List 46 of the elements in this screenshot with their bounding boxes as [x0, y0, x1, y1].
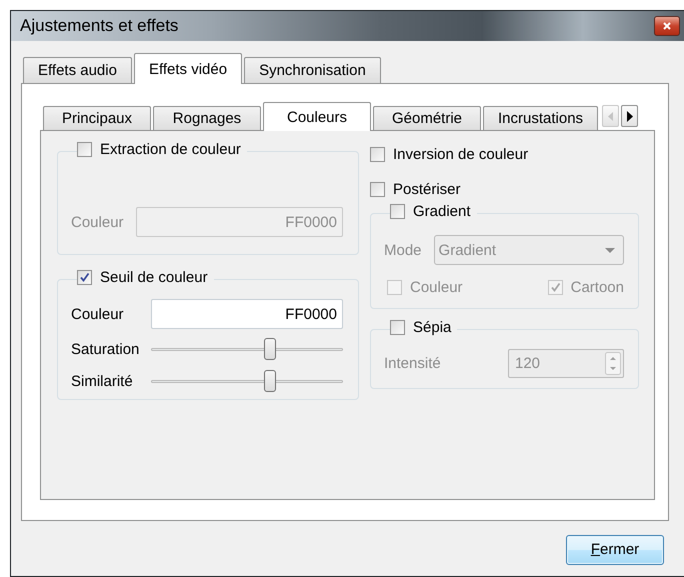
- window-title: Ajustements et effets: [20, 16, 178, 36]
- field-label: Intensité: [384, 355, 441, 372]
- checkbox-label: Postériser: [393, 181, 461, 198]
- tab[interactable]: Synchronisation: [244, 57, 381, 83]
- scroll-right-button[interactable]: [621, 105, 638, 127]
- checkbox[interactable]: [370, 147, 385, 162]
- tab[interactable]: Effets vidéo: [134, 53, 242, 84]
- close-button[interactable]: [654, 16, 680, 36]
- checkbox[interactable]: [387, 280, 402, 295]
- tab[interactable]: Géométrie: [373, 106, 481, 130]
- field-label: Saturation: [71, 340, 140, 358]
- left-triangle-icon: [608, 112, 614, 120]
- field-label: Similarité: [71, 372, 134, 390]
- tab[interactable]: Principaux: [43, 106, 151, 130]
- caret-icon: [605, 248, 615, 252]
- spin-value: 120: [515, 355, 540, 372]
- tab[interactable]: Effets audio: [23, 57, 132, 83]
- close-dialog-button[interactable]: Fermer: [566, 534, 664, 564]
- checkbox-label: Couleur: [410, 279, 463, 296]
- checkbox-label: Seuil de couleur: [100, 269, 208, 286]
- checkbox-label: Inversion de couleur: [393, 146, 528, 163]
- checkbox-label: Sépia: [413, 319, 452, 336]
- checkbox[interactable]: [548, 280, 563, 295]
- slider[interactable]: [151, 337, 343, 361]
- input-field[interactable]: FF0000: [151, 299, 343, 329]
- checkbox[interactable]: [77, 142, 92, 157]
- tab[interactable]: Incrustations: [483, 106, 598, 130]
- up-down-arrows-icon: [605, 352, 621, 375]
- slider-thumb[interactable]: [264, 370, 276, 392]
- checkbox[interactable]: [390, 320, 405, 335]
- slider-thumb[interactable]: [264, 338, 276, 360]
- checkbox[interactable]: [390, 204, 405, 219]
- checkbox-label: Gradient: [413, 203, 471, 220]
- field-label: Couleur: [71, 214, 124, 230]
- slider[interactable]: [151, 369, 343, 393]
- field-label: Couleur: [71, 306, 125, 322]
- checkbox[interactable]: [77, 270, 92, 285]
- tab[interactable]: Couleurs: [263, 102, 371, 131]
- close-icon: [663, 22, 671, 30]
- checkbox[interactable]: [370, 182, 385, 197]
- field-label: Mode: [384, 242, 422, 258]
- right-triangle-icon: [626, 110, 633, 122]
- dropdown-value: Gradient: [438, 242, 496, 258]
- checkbox-label: Cartoon: [570, 279, 624, 296]
- tab[interactable]: Rognages: [153, 106, 261, 130]
- checkbox-label: Extraction de couleur: [100, 141, 241, 158]
